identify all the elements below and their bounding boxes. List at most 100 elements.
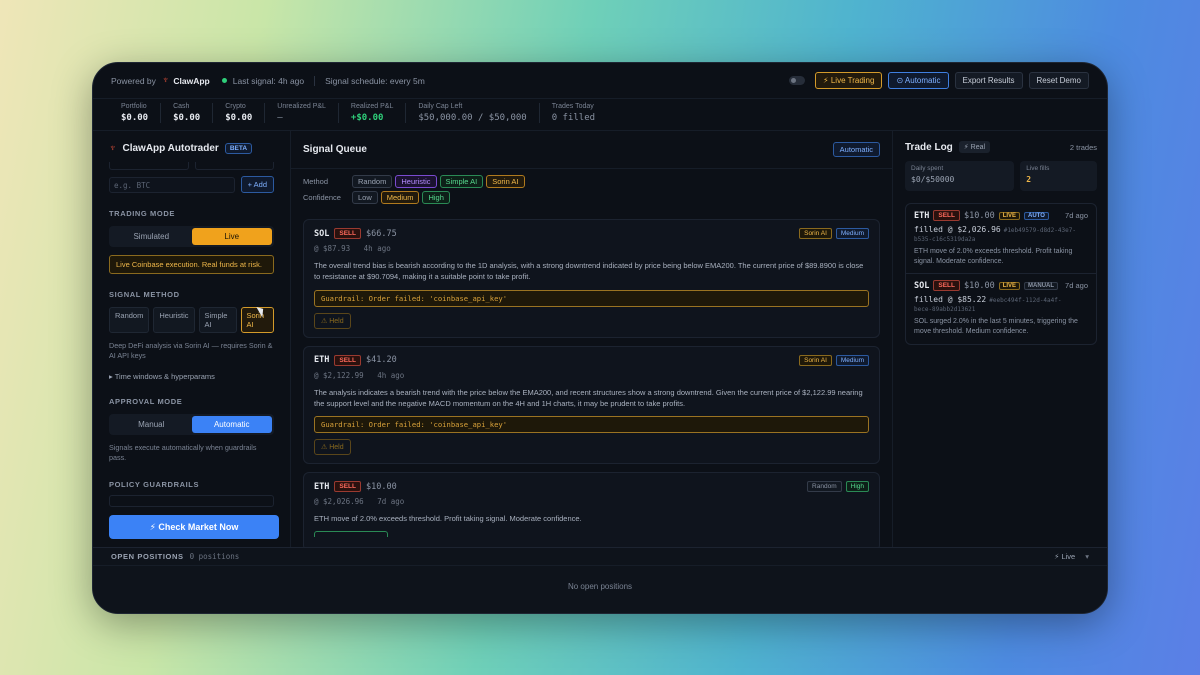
held-button[interactable]: ⚠ Held [314, 312, 351, 329]
queue-title: Signal Queue [303, 144, 367, 155]
reset-demo-button[interactable]: Reset Demo [1028, 72, 1089, 89]
signal-schedule: Signal schedule: every 5m [325, 75, 425, 86]
time-windows-toggle[interactable]: ▸ Time windows & hyperparams [109, 372, 274, 381]
stat-label: Realized P&L [350, 103, 394, 110]
stat-realized-pnl: Realized P&L +$0.00 [350, 103, 407, 123]
trade-reason: ETH move of 2.0% exceeds threshold. Prof… [914, 248, 1073, 266]
signal-card[interactable]: ETH SELL $41.20 Sorin AI Medium @ $2,122… [303, 345, 880, 464]
no-positions-message: No open positions [567, 582, 633, 591]
theme-toggle[interactable] [789, 76, 806, 85]
method-tag: Sorin AI [799, 228, 832, 239]
live-trading-button[interactable]: ⚡ Live Trading [815, 72, 883, 89]
order-hash-cont: b535-c16c5319da2a [914, 236, 976, 243]
add-asset-row: e.g. BTC + Add [109, 176, 274, 193]
stat-portfolio: Portfolio $0.00 [121, 103, 162, 123]
filter-high[interactable]: High [422, 191, 450, 204]
real-badge: ⚡ Real [958, 141, 991, 153]
signal-meta: @ $87.93 4h ago [314, 244, 869, 253]
stat-label: Daily spent [911, 165, 944, 172]
method-sorin-ai[interactable]: Sorin AI [240, 307, 274, 333]
signal-card[interactable]: ETH SELL $10.00 Random High @ $2,026.96 … [303, 472, 880, 547]
sell-badge: SELL [334, 354, 361, 366]
method-heuristic[interactable]: Heuristic [153, 307, 195, 333]
app-window: Powered by ♆ ClawApp Last signal: 4h ago… [92, 62, 1108, 614]
stat-label: Live fills [1026, 165, 1050, 172]
policy-guardrails-heading: POLICY GUARDRAILS [109, 479, 200, 489]
confidence-filter-label: Confidence [303, 193, 341, 202]
asset-chip[interactable] [109, 162, 189, 170]
trade-amount: $10.00 [963, 210, 995, 221]
signal-symbol: SOL [314, 228, 330, 239]
check-market-button[interactable]: ⚡ Check Market Now [109, 515, 279, 539]
stat-value: $50,000.00 / $50,000 [418, 113, 527, 123]
chevron-down-icon[interactable]: ▾ [1085, 552, 1089, 561]
positions-live-label: ⚡ Live [1054, 552, 1076, 561]
held-button[interactable]: ⚠ Held [314, 439, 351, 455]
signal-symbol: ETH [314, 481, 330, 492]
queue-mode-badge: Automatic [832, 142, 880, 157]
trade-entry[interactable]: ETH SELL $10.00 LIVE AUTO 7d ago filled … [906, 204, 1096, 275]
signal-card[interactable]: SOL SELL $66.75 Sorin AI Medium @ $87.93… [303, 219, 880, 338]
signal-amount: $66.75 [365, 228, 397, 239]
brand[interactable]: ♆ ClawApp [162, 75, 210, 86]
divider [314, 75, 316, 86]
signal-ago: 7d ago [377, 497, 405, 506]
approval-description: Signals execute automatically when guard… [109, 442, 257, 463]
sidebar-title: ♆ ClawApp Autotrader BETA [109, 143, 274, 154]
stat-value: 0 filled [551, 113, 596, 123]
asset-chip[interactable] [194, 162, 274, 170]
trade-amount: $10.00 [963, 280, 995, 291]
stat-unrealized-pnl: Unrealized P&L — [277, 103, 339, 123]
sidebar: ♆ ClawApp Autotrader BETA e.g. BTC + Add… [93, 131, 291, 547]
live-option[interactable]: Live [191, 228, 272, 245]
stat-value: — [277, 113, 283, 123]
export-results-button[interactable]: Export Results [954, 72, 1023, 89]
signal-reason: ETH move of 2.0% exceeds threshold. Prof… [314, 514, 582, 523]
trading-mode-toggle: Simulated Live [109, 226, 274, 247]
filter-low[interactable]: Low [352, 191, 378, 204]
beta-badge: BETA [224, 143, 253, 154]
filter-random[interactable]: Random [352, 175, 393, 188]
manual-option[interactable]: Manual [111, 416, 192, 433]
signal-method-options: Random Heuristic Simple AI Sorin AI [109, 307, 274, 333]
positions-count: 0 positions [189, 552, 240, 561]
trade-entry[interactable]: SOL SELL $10.00 LIVE MANUAL 7d ago fille… [906, 274, 1096, 343]
open-positions-header[interactable]: OPEN POSITIONS 0 positions ⚡ Live ▾ [93, 548, 1107, 566]
stat-value: 2 [1026, 175, 1032, 184]
filter-medium[interactable]: Medium [380, 191, 420, 204]
stat-value: $0.00 [173, 113, 201, 123]
open-positions: OPEN POSITIONS 0 positions ⚡ Live ▾ No o… [93, 547, 1107, 613]
claw-logo-icon: ♆ [161, 75, 170, 86]
order-hash-cont: bece-89abb2d13621 [914, 306, 976, 314]
method-random[interactable]: Random [109, 307, 150, 333]
sell-badge: SELL [933, 210, 960, 221]
filter-simple-ai[interactable]: Simple AI [439, 175, 484, 188]
signal-meta: @ $2,026.96 7d ago [314, 497, 869, 506]
filter-sorin-ai[interactable]: Sorin AI [486, 175, 525, 188]
simulated-option[interactable]: Simulated [111, 228, 192, 245]
signal-price: @ $2,026.96 [314, 497, 364, 506]
approval-mode-heading: APPROVAL MODE [109, 396, 183, 406]
order-hash: #eebc494f-112d-4a4f- [989, 297, 1062, 305]
signal-meta: @ $2,122.99 4h ago [314, 371, 869, 380]
stat-value: $0.00 [225, 113, 253, 123]
method-description: Deep DeFi analysis via Sorin AI — requir… [109, 341, 273, 361]
trade-symbol: SOL [914, 280, 930, 291]
trade-list: ETH SELL $10.00 LIVE AUTO 7d ago filled … [905, 203, 1097, 345]
filter-heuristic[interactable]: Heuristic [395, 175, 437, 188]
queue-header: Signal Queue Automatic [291, 131, 892, 169]
open-positions-title: OPEN POSITIONS [111, 552, 184, 561]
trade-log-header: Trade Log ⚡ Real 2 trades [905, 141, 1097, 153]
method-simple-ai[interactable]: Simple AI [198, 307, 237, 333]
method-tag: Random [807, 481, 842, 492]
policy-field[interactable] [109, 494, 274, 507]
stat-daily-cap-left: Daily Cap Left $50,000.00 / $50,000 [418, 103, 540, 123]
live-badge: LIVE [998, 281, 1021, 290]
stat-label: Cash [173, 103, 190, 110]
automatic-button[interactable]: ⊙ Automatic [888, 72, 949, 89]
add-asset-button[interactable]: + Add [240, 176, 274, 193]
action-button[interactable] [314, 531, 388, 538]
asset-input[interactable]: e.g. BTC [109, 176, 235, 193]
signal-price: @ $2,122.99 [314, 370, 364, 380]
automatic-option[interactable]: Automatic [191, 415, 272, 433]
